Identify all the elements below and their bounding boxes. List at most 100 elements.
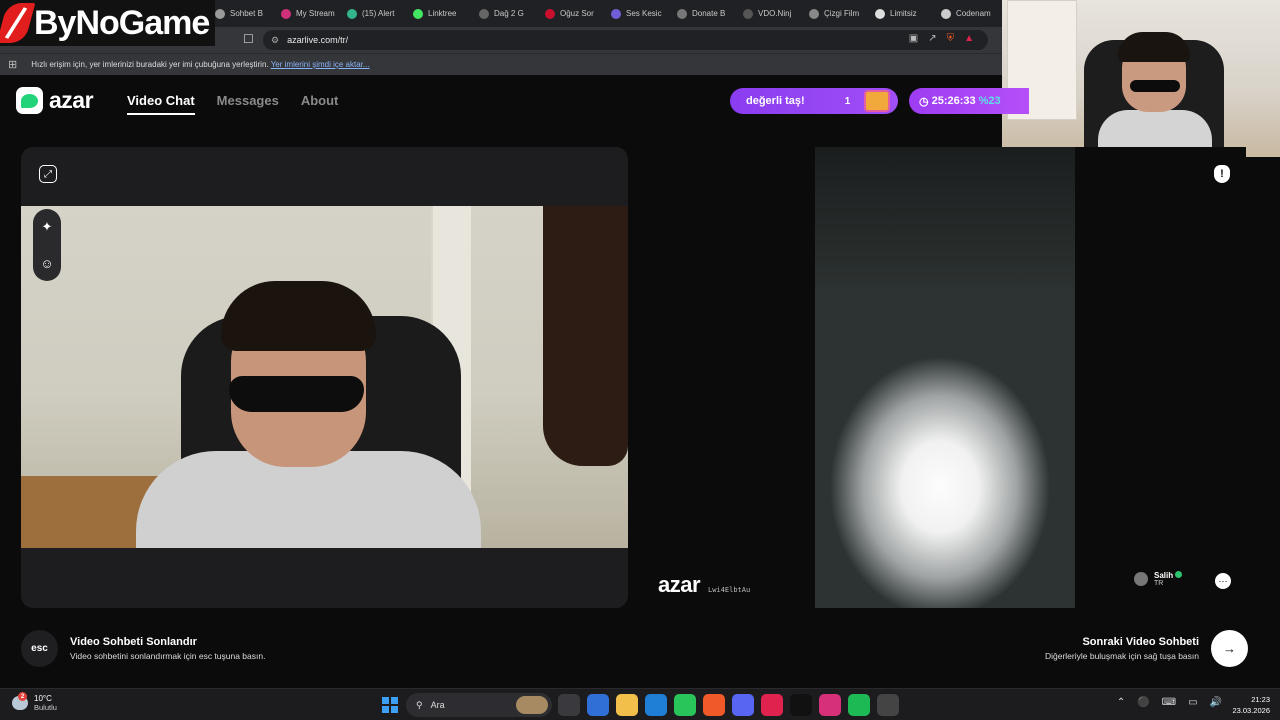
- taskbar-clock[interactable]: 21:23 23.03.2026: [1232, 694, 1270, 716]
- tab-label: Çizgi Film: [824, 9, 860, 18]
- tab-label: Sohbet B: [230, 9, 263, 18]
- brave-shield-icon[interactable]: ⛨: [947, 33, 955, 44]
- address-bar-actions: ▣ ↗ ⛨ ▲: [909, 33, 974, 44]
- tab-label: Linktree: [428, 9, 457, 18]
- bynogame-mark-icon: [0, 3, 36, 43]
- magic-wand-icon[interactable]: ✦: [42, 219, 53, 235]
- volume-icon[interactable]: 🔊: [1210, 697, 1222, 708]
- opera-icon[interactable]: [761, 694, 783, 716]
- site-settings-icon[interactable]: ⚙: [271, 35, 279, 46]
- peer-country: TR: [1154, 580, 1164, 587]
- tab-favicon-icon: [875, 8, 885, 19]
- tab-favicon-icon: [743, 8, 753, 19]
- clock-time: 21:23: [1251, 695, 1270, 704]
- microphone-icon[interactable]: ⚫: [1137, 697, 1149, 708]
- report-shield-icon[interactable]: !: [1214, 165, 1230, 183]
- timer-text: 25:26:33: [931, 95, 976, 107]
- avatar: [1134, 572, 1148, 586]
- tab-favicon-icon: [545, 8, 555, 19]
- cloud-icon: 2: [12, 692, 28, 710]
- next-chat-hint: Sonraki Video Sohbeti Diğerleriyle buluş…: [1045, 630, 1248, 667]
- browser-tab[interactable]: Codenam: [936, 0, 1002, 27]
- next-chat-desc: Diğerleriyle buluşmak için sağ tuşa bası…: [1044, 651, 1199, 661]
- tab-label: Codenam: [956, 9, 991, 18]
- next-button[interactable]: →: [1211, 630, 1248, 667]
- gem-promo-button[interactable]: değerli taş! 1: [730, 88, 898, 114]
- task-view-icon[interactable]: [558, 694, 580, 716]
- esc-button[interactable]: esc: [21, 630, 58, 667]
- timer-discount: %23: [978, 95, 1001, 107]
- system-tray: ⌃ ⚫ ⌨ ▭ 🔊: [1117, 697, 1222, 708]
- nav-messages[interactable]: Messages: [217, 93, 279, 115]
- start-button[interactable]: [382, 697, 398, 713]
- nav-video-chat[interactable]: Video Chat: [127, 93, 195, 115]
- browser-tab[interactable]: Donate B: [672, 0, 738, 27]
- browser-tab[interactable]: Dağ 2 G: [474, 0, 540, 27]
- browser-tab[interactable]: (15) Alert: [342, 0, 408, 27]
- import-bookmarks-link[interactable]: Yer imlerini şimdi içe aktar...: [271, 60, 370, 69]
- spotify-icon[interactable]: [848, 694, 870, 716]
- tab-favicon-icon: [413, 8, 423, 19]
- outlook-icon[interactable]: [645, 694, 667, 716]
- next-chat-title: Sonraki Video Sohbeti: [1082, 636, 1199, 648]
- promo-count: 1: [844, 95, 851, 107]
- apps-grid-icon[interactable]: ⊞: [8, 58, 17, 71]
- whatsapp-icon[interactable]: [674, 694, 696, 716]
- weather-widget[interactable]: 2 10°C Bulutlu: [12, 692, 57, 712]
- browser-tab[interactable]: Çizgi Film: [804, 0, 870, 27]
- match-code: Lwi4ElbtAu: [708, 586, 751, 594]
- url-text: azarlive.com/tr/: [287, 35, 349, 45]
- rewards-icon[interactable]: ▲: [964, 33, 974, 44]
- cast-icon[interactable]: ▣: [909, 33, 918, 44]
- chat-bubble-icon[interactable]: ⋯: [1215, 573, 1231, 589]
- tab-label: (15) Alert: [362, 9, 395, 18]
- overlay-brand-text: ByNoGame: [34, 3, 210, 42]
- browser-tab[interactable]: VDO.Ninj: [738, 0, 804, 27]
- weather-desc: Bulutlu: [34, 703, 57, 712]
- search-placeholder: Ara: [430, 700, 445, 710]
- keyboard-icon[interactable]: ⌨: [1162, 697, 1176, 708]
- peer-watermark: azar Lwi4ElbtAu: [658, 572, 751, 597]
- display-icon[interactable]: ▭: [1188, 697, 1197, 708]
- file-explorer-icon[interactable]: [616, 694, 638, 716]
- browser-tab[interactable]: Oğuz Sor: [540, 0, 606, 27]
- tab-label: Ses Kesic: [626, 9, 662, 18]
- bookmarks-hint-text: Hızlı erişim için, yer imlerinizi burada…: [31, 60, 269, 69]
- peer-video: [815, 147, 1075, 608]
- tab-favicon-icon: [809, 8, 819, 19]
- browser-tab[interactable]: Sohbet B: [210, 0, 276, 27]
- browser-tab[interactable]: Limitsiz: [870, 0, 936, 27]
- face-filter-icon[interactable]: ☺: [40, 256, 53, 271]
- browser-tab[interactable]: My Stream: [276, 0, 342, 27]
- store-icon[interactable]: [587, 694, 609, 716]
- bookmark-icon[interactable]: ☐: [243, 32, 257, 48]
- brave-icon[interactable]: [703, 694, 725, 716]
- url-field[interactable]: ⚙ azarlive.com/tr/: [263, 30, 988, 50]
- chevron-up-icon[interactable]: ⌃: [1117, 697, 1125, 708]
- azar-logo-icon: [16, 87, 43, 114]
- instagram-icon[interactable]: [819, 694, 841, 716]
- expand-icon[interactable]: ⤢: [39, 165, 57, 183]
- taskbar-apps: [558, 694, 899, 716]
- browser-tab[interactable]: Linktree: [408, 0, 474, 27]
- self-video: [21, 206, 628, 548]
- bookmarks-bar: ⊞ Hızlı erişim için, yer imlerinizi bura…: [0, 53, 1002, 75]
- share-icon[interactable]: ↗: [928, 33, 936, 44]
- end-chat-title: Video Sohbeti Sonlandır: [70, 636, 197, 648]
- tab-favicon-icon: [347, 8, 357, 19]
- obs-icon[interactable]: [877, 694, 899, 716]
- azar-logo[interactable]: azar: [16, 87, 94, 114]
- end-chat-desc: Video sohbetini sonlandırmak için esc tu…: [70, 651, 266, 661]
- stream-overlay-logo: ByNoGame: [0, 0, 215, 46]
- nav-about[interactable]: About: [301, 93, 339, 115]
- taskbar-search[interactable]: ⚲ Ara: [406, 693, 552, 717]
- main-nav: Video Chat Messages About: [127, 93, 338, 115]
- tiktok-icon[interactable]: [790, 694, 812, 716]
- discord-icon[interactable]: [732, 694, 754, 716]
- peer-user-badge[interactable]: Salih TR: [1134, 571, 1183, 587]
- weather-temp: 10°C: [34, 694, 52, 703]
- azar-header: azar Video Chat Messages About değerli t…: [0, 76, 1029, 126]
- browser-tab[interactable]: Ses Kesic: [606, 0, 672, 27]
- offer-timer[interactable]: ◷ 25:26:33 %23: [909, 88, 1029, 114]
- tab-label: Limitsiz: [890, 9, 917, 18]
